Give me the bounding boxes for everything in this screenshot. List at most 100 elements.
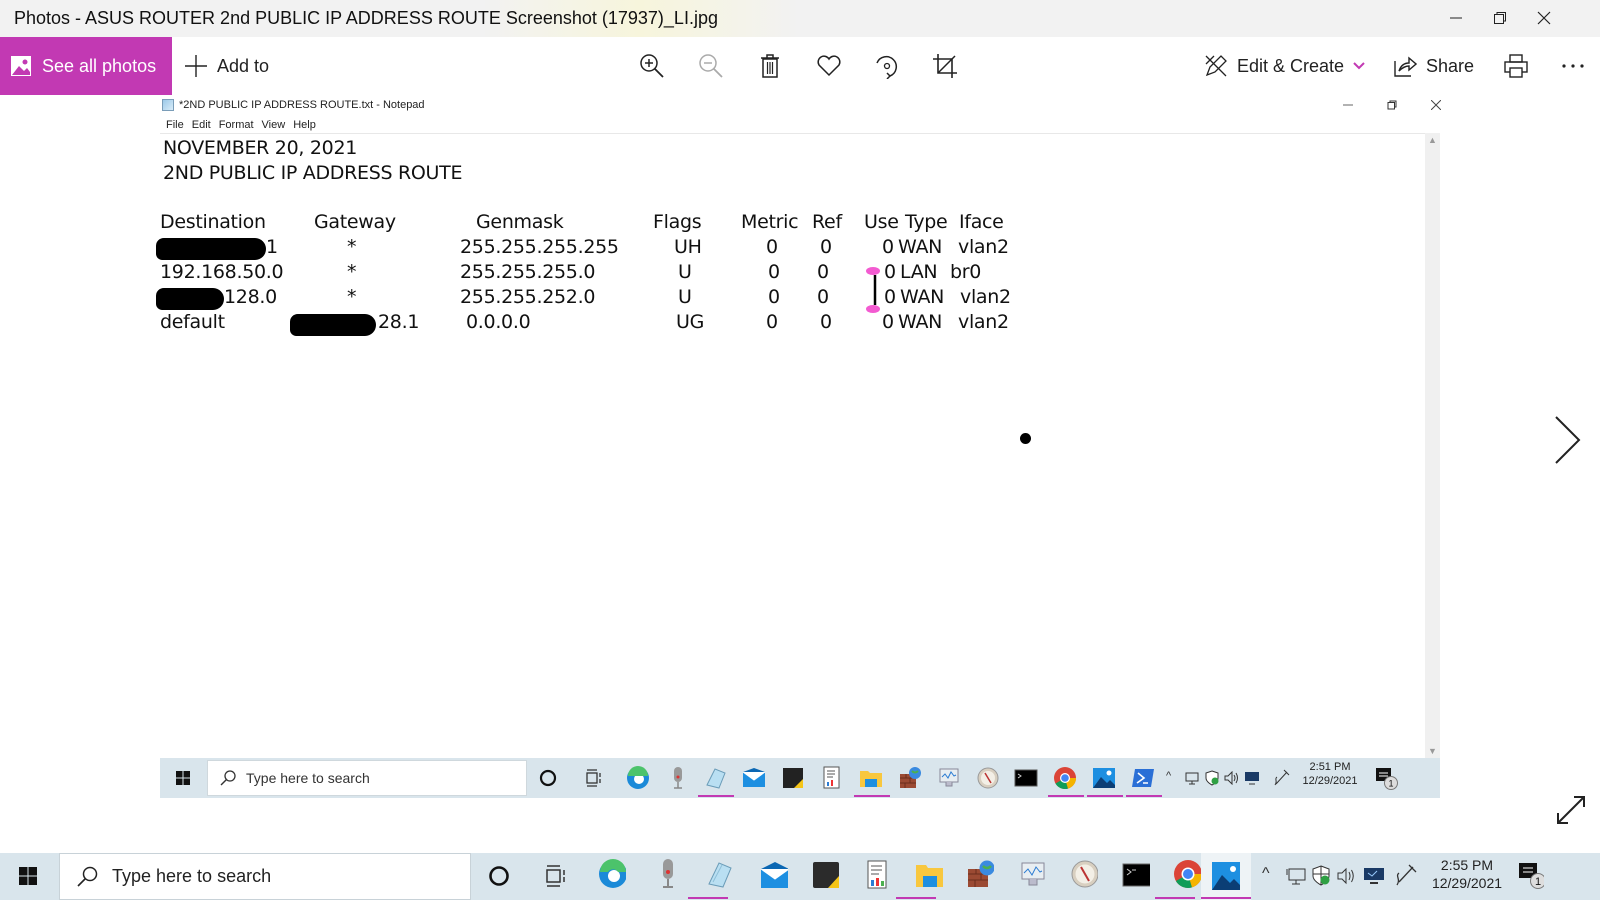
cell-type: WAN (898, 236, 943, 258)
edit-create-label: Edit & Create (1237, 55, 1345, 76)
rotate-button[interactable] (872, 51, 902, 81)
sticky-notes-icon (813, 862, 839, 888)
cell-genmask: 255.255.255.0 (460, 261, 596, 283)
displayed-screenshot: *2ND PUBLIC IP ADDRESS ROUTE.txt - Notep… (156, 95, 1441, 815)
restore-button[interactable] (1478, 3, 1522, 33)
pen-workspace-button[interactable] (1392, 861, 1420, 889)
print-button[interactable] (1501, 51, 1531, 81)
header-gateway: Gateway (314, 211, 396, 233)
see-all-photos-label: See all photos (42, 55, 157, 76)
minimize-button[interactable] (1434, 3, 1478, 33)
chrome-button[interactable] (1173, 860, 1201, 888)
active-indicator (1087, 795, 1123, 797)
windows-start-icon (19, 867, 37, 885)
scroll-down-icon: ▼ (1428, 746, 1437, 756)
zoom-in-button[interactable] (637, 51, 667, 81)
header-metric: Metric (741, 211, 799, 233)
cortana-button[interactable] (485, 862, 513, 890)
minimize-icon (1450, 17, 1462, 19)
voice-recorder-button[interactable] (654, 859, 682, 888)
chevron-down-icon (1353, 62, 1365, 70)
notepad-button[interactable] (706, 860, 734, 888)
see-all-photos-button[interactable]: See all photos (0, 37, 172, 95)
photos-button[interactable] (1201, 853, 1251, 900)
search-icon (220, 770, 236, 786)
cell-ref: 0 (817, 286, 829, 308)
inner-notification-count: 1 (1388, 779, 1393, 789)
crop-button[interactable] (930, 51, 960, 81)
close-icon (1431, 100, 1441, 110)
taskbar-search-box[interactable]: Type here to search (59, 853, 471, 900)
display-button[interactable] (1360, 862, 1388, 890)
menu-edit: Edit (191, 119, 211, 131)
photos-icon (1212, 862, 1240, 890)
volume-icon (1337, 867, 1354, 885)
active-indicator (1126, 795, 1162, 797)
cell-iface: vlan2 (958, 311, 1009, 333)
file-explorer-button[interactable] (915, 861, 943, 889)
command-prompt-button[interactable] (1122, 861, 1150, 889)
file-explorer-icon (857, 764, 885, 792)
security-button[interactable] (1307, 862, 1335, 890)
next-image-button[interactable] (1552, 415, 1582, 465)
cell-metric: 0 (766, 236, 778, 258)
image-viewer: *2ND PUBLIC IP ADDRESS ROUTE.txt - Notep… (0, 95, 1600, 835)
pen-icon (1396, 864, 1417, 886)
cursor-dot (1020, 433, 1031, 444)
inner-clock: 2:51 PM 12/29/2021 (1295, 761, 1365, 789)
edge-button[interactable] (598, 859, 626, 888)
close-button[interactable] (1522, 3, 1566, 33)
redaction-mark (156, 288, 224, 310)
network-icon (1286, 868, 1306, 885)
active-indicator (698, 795, 734, 797)
resource-monitor-button[interactable] (1018, 861, 1046, 889)
report-icon (818, 764, 846, 792)
voice-recorder-icon (663, 859, 673, 888)
inner-date: 12/29/2021 (1302, 774, 1358, 787)
menu-help: Help (293, 119, 316, 131)
volume-button[interactable] (1333, 862, 1361, 890)
delete-button[interactable] (755, 51, 785, 81)
sticky-notes-icon (779, 764, 807, 792)
cell-type: LAN (900, 261, 938, 283)
more-button[interactable] (1558, 51, 1588, 81)
display-icon (1238, 764, 1266, 792)
firewall-button[interactable] (966, 860, 994, 888)
notepad-icon (708, 862, 732, 888)
share-button[interactable]: Share (1393, 37, 1474, 95)
cell-gateway: * (347, 286, 357, 308)
terminal-icon (1122, 863, 1150, 887)
windows-start-icon (176, 771, 190, 785)
notepad-title-bar: *2ND PUBLIC IP ADDRESS ROUTE.txt - Notep… (162, 99, 425, 111)
show-hidden-icons-button[interactable]: ^ (1262, 865, 1270, 883)
sticky-notes-button[interactable] (812, 861, 840, 889)
notepad-title: *2ND PUBLIC IP ADDRESS ROUTE.txt - Notep… (179, 99, 425, 111)
folder-icon (916, 865, 943, 887)
fullscreen-expand-icon[interactable] (1556, 795, 1586, 825)
cell-use: 0 (882, 236, 894, 258)
add-to-button[interactable]: Add to (184, 37, 269, 95)
task-view-button[interactable] (542, 862, 570, 890)
pen-icon (1268, 764, 1296, 792)
active-indicator (688, 897, 728, 899)
taskbar-clock[interactable]: 2:55 PM 12/29/2021 (1422, 857, 1512, 892)
search-icon (77, 866, 98, 887)
cell-genmask: 0.0.0.0 (466, 311, 531, 333)
start-button[interactable] (14, 862, 42, 890)
header-destination: Destination (160, 211, 266, 233)
network-button[interactable] (1282, 862, 1310, 890)
edit-create-button[interactable]: Edit & Create (1204, 37, 1365, 95)
redaction-mark (290, 314, 376, 336)
clock-app-button[interactable] (1070, 860, 1098, 888)
inner-notification-icon: 1 (1372, 764, 1400, 792)
action-center-button[interactable]: 1 (1516, 861, 1544, 889)
cell-metric: 0 (768, 261, 780, 283)
taskbar: Type here to search ^ 2:55 PM 12/29/2021… (0, 853, 1600, 900)
cell-type: WAN (898, 311, 943, 333)
tray-chevron-up-icon: ^ (1166, 770, 1172, 782)
report-button[interactable] (864, 860, 892, 889)
cell-use: 0 (884, 261, 896, 283)
zoom-out-button[interactable] (696, 51, 726, 81)
favorite-button[interactable] (814, 51, 844, 81)
mail-button[interactable] (760, 861, 788, 889)
